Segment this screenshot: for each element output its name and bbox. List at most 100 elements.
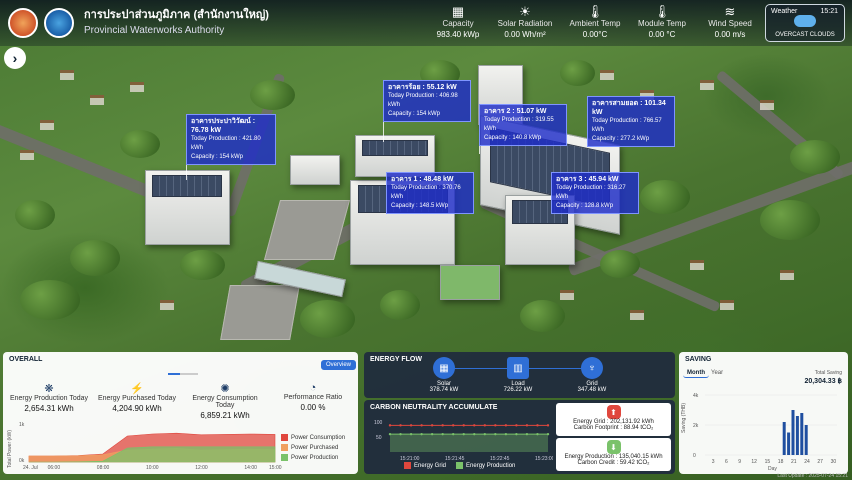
metric-label: Wind Speed bbox=[708, 19, 752, 28]
legend-label: Energy Production bbox=[466, 462, 516, 469]
tree bbox=[300, 300, 355, 338]
data-point bbox=[430, 424, 434, 427]
legend-label: Power Production bbox=[291, 454, 339, 461]
x-tick-label: 06:00 bbox=[48, 465, 61, 471]
legend-swatch bbox=[456, 462, 464, 469]
carbon-credit-card: ⬇ Energy Production : 135,040.15 kWh Car… bbox=[556, 438, 671, 471]
legend-label: Power Consumption bbox=[291, 434, 346, 441]
callout-production: Today Production : 421.80 kWh bbox=[191, 136, 261, 151]
data-point bbox=[388, 424, 392, 427]
legend-label: Power Purchased bbox=[291, 444, 339, 451]
gear-icon: ✺ bbox=[220, 383, 230, 395]
sports-field bbox=[440, 265, 500, 300]
x-tick-label: 24. Jul bbox=[23, 465, 38, 471]
solar-roof bbox=[152, 175, 222, 197]
house bbox=[780, 270, 794, 280]
building-callout[interactable]: อาคารสามยอด : 101.34 kW Today Production… bbox=[587, 96, 675, 147]
tree bbox=[120, 130, 160, 158]
energy-flow-panel: ENERGY FLOW ▦ Solar 378.74 kW ▥ Load 726… bbox=[364, 352, 675, 398]
callout-name: อาคารสามยอด : 101.34 kW bbox=[592, 100, 666, 116]
legend-swatch bbox=[281, 444, 288, 451]
last-update: Last Update : 2025-07-24 15:21 bbox=[777, 473, 848, 479]
tree bbox=[520, 300, 565, 332]
building-callout[interactable]: อาคาร 3 : 45.94 kW Today Production : 31… bbox=[551, 172, 639, 214]
tree bbox=[640, 180, 690, 214]
stat-value: 4,204.90 kWh bbox=[112, 404, 162, 413]
callout-name: อาคาร 2 : 51.07 kW bbox=[484, 108, 547, 115]
stat-energy-consumption: ✺ Energy Consumption Today 6,859.21 kWh bbox=[185, 382, 265, 420]
legend-label: Energy Grid bbox=[414, 462, 447, 469]
carbon-neutrality-panel: CARBON NEUTRALITY ACCUMULATE 100 50 15:21:… bbox=[364, 400, 675, 474]
y-tick-label: 0 bbox=[693, 453, 696, 459]
y-tick-label: 1k bbox=[19, 422, 25, 428]
callout-production: Today Production : 766.57 kWh bbox=[592, 118, 662, 133]
metric-label: Solar Radiation bbox=[497, 19, 553, 28]
data-point bbox=[515, 424, 518, 427]
house bbox=[700, 80, 714, 90]
saving-bar-chart: Saving (THB) 4k 2k 0 3 6 9 12 15 18 21 24 27 30 Day bbox=[681, 393, 837, 472]
stat-performance-ratio: ◔ Performance Ratio 0.00 % bbox=[273, 382, 353, 412]
legend-swatch bbox=[404, 462, 411, 469]
tab-month[interactable]: Month bbox=[683, 369, 709, 378]
expand-sidebar-button[interactable]: › bbox=[4, 47, 26, 69]
callout-capacity: Capacity : 154 kWp bbox=[191, 154, 244, 160]
callout-name: อาคารประปาวิวัฒน์ : 76.78 kW bbox=[191, 118, 256, 134]
saving-bar bbox=[795, 416, 799, 455]
x-tick-label: 10:00 bbox=[146, 465, 159, 471]
house bbox=[630, 310, 644, 320]
x-tick-label: 24 bbox=[804, 459, 810, 465]
weather-widget: Weather 15:21 OVERCAST CLOUDS bbox=[765, 4, 845, 42]
carousel-indicator[interactable] bbox=[168, 373, 198, 375]
legend-item: Energy Grid bbox=[404, 462, 446, 469]
panel-title: SAVING bbox=[685, 356, 712, 363]
flow-value: 726.22 kW bbox=[503, 387, 533, 393]
flow-node-load: ▥ Load 726.22 kW bbox=[488, 357, 548, 393]
y-axis-label: Saving (THB) bbox=[681, 403, 687, 433]
house bbox=[40, 120, 54, 130]
house bbox=[160, 300, 174, 310]
org-name-english: Provincial Waterworks Authority bbox=[84, 25, 225, 36]
saving-bar bbox=[791, 410, 795, 455]
x-axis-label: Day bbox=[768, 466, 777, 472]
chevron-right-icon: › bbox=[12, 50, 18, 66]
callout-production: Today Production : 319.55 kWh bbox=[484, 117, 554, 132]
solar-panel-icon: ▦ bbox=[433, 357, 455, 379]
saving-bar bbox=[782, 422, 786, 455]
y-tick-label: 4k bbox=[693, 393, 699, 399]
carbon-legend: Energy Grid Energy Production bbox=[404, 462, 515, 472]
solar-roof bbox=[362, 140, 428, 156]
tab-year[interactable]: Year bbox=[707, 369, 727, 377]
legend-item: Power Production bbox=[281, 454, 345, 461]
house bbox=[690, 260, 704, 270]
saving-bar bbox=[800, 413, 804, 455]
building-callout[interactable]: อาคาร 2 : 51.07 kW Today Production : 31… bbox=[479, 104, 567, 146]
y-axis-label: Total Power (kW) bbox=[7, 430, 13, 468]
building-callout[interactable]: อาคารประปาวิวัฒน์ : 76.78 kW Today Produ… bbox=[186, 114, 276, 165]
building-callout[interactable]: อาคาร 1 : 48.48 kW Today Production : 37… bbox=[386, 172, 474, 214]
data-point bbox=[504, 424, 508, 427]
power-chart-legend: Power Consumption Power Purchased Power … bbox=[281, 434, 345, 464]
parking-lot bbox=[220, 285, 300, 340]
cloud-icon bbox=[794, 15, 816, 27]
stat-energy-production: ❋ Energy Production Today 2,654.31 kWh bbox=[9, 382, 89, 413]
house bbox=[20, 150, 34, 160]
building-callout[interactable]: อาคารร้อย : 55.12 kW Today Production : … bbox=[383, 80, 471, 122]
callout-name: อาคาร 3 : 45.94 kW bbox=[556, 176, 619, 183]
flow-node-solar: ▦ Solar 378.74 kW bbox=[414, 357, 474, 393]
overview-tab[interactable]: Overview bbox=[320, 360, 356, 370]
house bbox=[600, 70, 614, 80]
x-tick-label: 9 bbox=[738, 459, 741, 465]
carbon-line-chart: 1005015:21:00 15:21:45 15:22:45 15:23:00 bbox=[374, 420, 553, 462]
data-point bbox=[483, 424, 486, 427]
solar-icon: ❋ bbox=[44, 383, 54, 395]
tree bbox=[20, 280, 80, 320]
pwa-logo bbox=[8, 8, 38, 38]
stat-label: Energy Purchased Today bbox=[97, 395, 177, 402]
card-line: Carbon Credit : 59.42 tCO₂ bbox=[577, 460, 650, 466]
x-tick-label: 30 bbox=[831, 459, 837, 465]
y-tick-label: 100 bbox=[374, 420, 383, 426]
house bbox=[130, 82, 144, 92]
callout-production: Today Production : 316.27 kWh bbox=[556, 185, 626, 200]
carbon-footprint-icon: ⬆ bbox=[606, 405, 621, 419]
x-tick-label: 12:00 bbox=[195, 465, 208, 471]
